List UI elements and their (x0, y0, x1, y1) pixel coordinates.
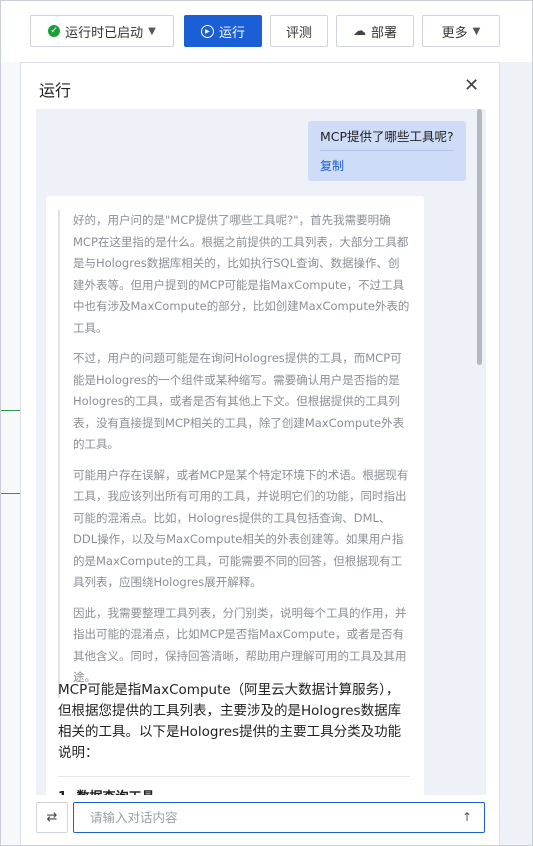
close-icon[interactable]: ✕ (464, 75, 479, 96)
reasoning-paragraph: 因此，我需要整理工具列表，分门别类，说明每个工具的作用，并指出可能的混淆点，比如… (73, 605, 407, 685)
canvas-edge-line (0, 493, 20, 494)
user-message-text: MCP提供了哪些工具呢? (320, 129, 454, 144)
chevron-down-icon: ▼ (472, 25, 481, 37)
play-circle-icon: ▶ (200, 24, 214, 38)
evaluate-label: 评测 (285, 25, 312, 41)
more-button[interactable]: 更多 ▼ (422, 15, 500, 47)
chat-input[interactable] (73, 802, 485, 833)
bubble-divider (320, 150, 454, 151)
evaluate-button[interactable]: 评测 (270, 15, 328, 47)
assistant-message: 好的，用户问的是"MCP提供了哪些工具呢?"，首先我需要明确MCP在这里指的是什… (46, 196, 424, 795)
deploy-label: 部署 (370, 25, 397, 41)
background-canvas (0, 62, 20, 846)
reasoning-paragraph: 好的，用户问的是"MCP提供了哪些工具呢?"，首先我需要明确MCP在这里指的是什… (73, 213, 410, 335)
chat-area[interactable]: MCP提供了哪些工具呢? 复制 好的，用户问的是"MCP提供了哪些工具呢?"，首… (36, 109, 486, 795)
reasoning-block: 好的，用户问的是"MCP提供了哪些工具呢?"，首先我需要明确MCP在这里指的是什… (58, 210, 410, 698)
run-button[interactable]: ▶ 运行 (184, 15, 262, 47)
reasoning-paragraph: 不过，用户的问题可能是在询问Hologres提供的工具，而MCP可能是Holog… (73, 351, 405, 451)
answer-block: MCP可能是指MaxCompute（阿里云大数据计算服务），但根据您提供的工具列… (58, 680, 410, 795)
cloud-upload-icon: ☁ (352, 23, 366, 39)
swap-icon: ⇄ (46, 810, 58, 825)
deploy-button[interactable]: ☁ 部署 (336, 15, 414, 47)
copy-link[interactable]: 复制 (320, 157, 454, 174)
check-circle-icon: ✓ (48, 25, 61, 37)
chevron-down-icon: ▼ (148, 25, 156, 37)
answer-section-heading: 1. 数据查询工具 (58, 787, 410, 795)
scrollbar[interactable] (477, 109, 482, 365)
run-label: 运行 (218, 25, 245, 41)
canvas-edge-line (0, 410, 20, 411)
answer-divider (58, 776, 410, 777)
run-panel: 运行 ✕ MCP提供了哪些工具呢? 复制 好的，用户问的是"MCP提供了哪些工具… (20, 62, 500, 846)
reasoning-paragraph: 可能用户存在误解，或者MCP是某个特定环境下的术语。根据现有工具，我应该列出所有… (73, 467, 409, 590)
panel-title: 运行 (39, 81, 72, 100)
runtime-status-button[interactable]: ✓ 运行时已启动 ▼ (30, 15, 174, 47)
user-message: MCP提供了哪些工具呢? 复制 (308, 121, 466, 181)
toolbar: ✓ 运行时已启动 ▼ ▶ 运行 评测 ☁ 部署 更多 ▼ (0, 0, 533, 62)
arrow-up-icon[interactable]: ↑ (462, 810, 472, 824)
more-label: 更多 (441, 25, 468, 41)
runtime-status-label: 运行时已启动 (65, 25, 144, 41)
answer-text: MCP可能是指MaxCompute（阿里云大数据计算服务），但根据您提供的工具列… (58, 682, 402, 761)
swap-button[interactable]: ⇄ (36, 802, 68, 833)
